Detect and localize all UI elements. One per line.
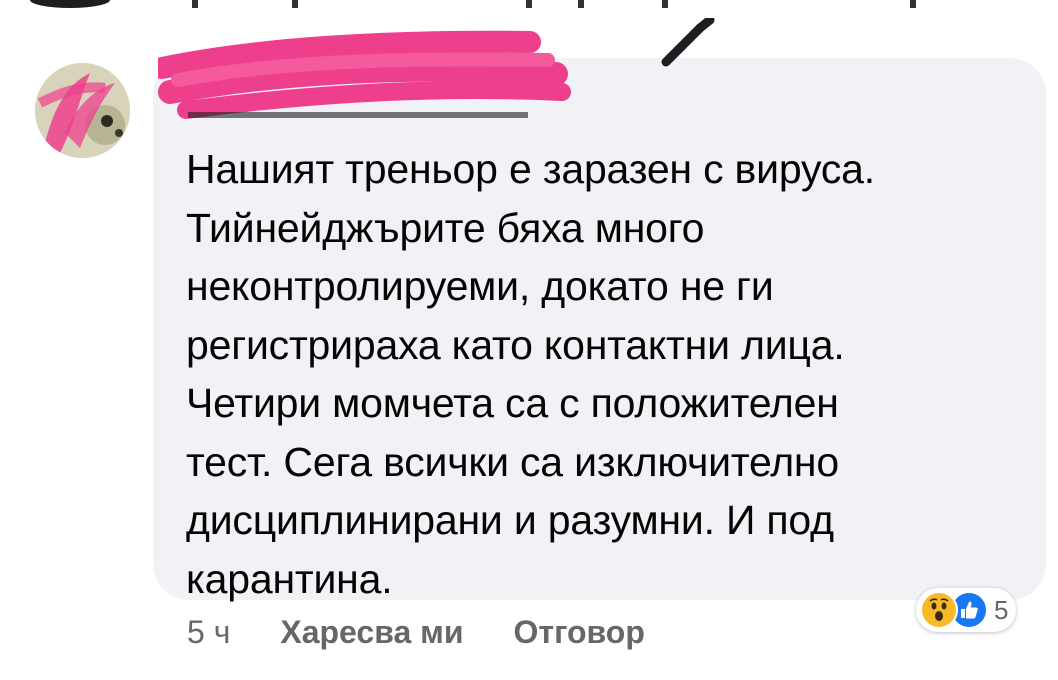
edit-pencil-icon[interactable] <box>660 18 720 68</box>
avatar[interactable] <box>35 63 130 158</box>
like-button[interactable]: Харесва ми <box>280 614 463 651</box>
reactions-summary[interactable]: 5 <box>916 588 1017 632</box>
reaction-count: 5 <box>994 594 1009 625</box>
timestamp[interactable]: 5 ч <box>187 614 230 651</box>
comment-actions: 5 ч Харесва ми Отговор <box>187 608 645 656</box>
comment-text: Нашият треньор е заразен с вируса. Тийне… <box>186 146 875 602</box>
wow-icon <box>920 591 958 629</box>
previous-comment-fragment <box>30 0 916 8</box>
reply-button[interactable]: Отговор <box>514 614 645 651</box>
